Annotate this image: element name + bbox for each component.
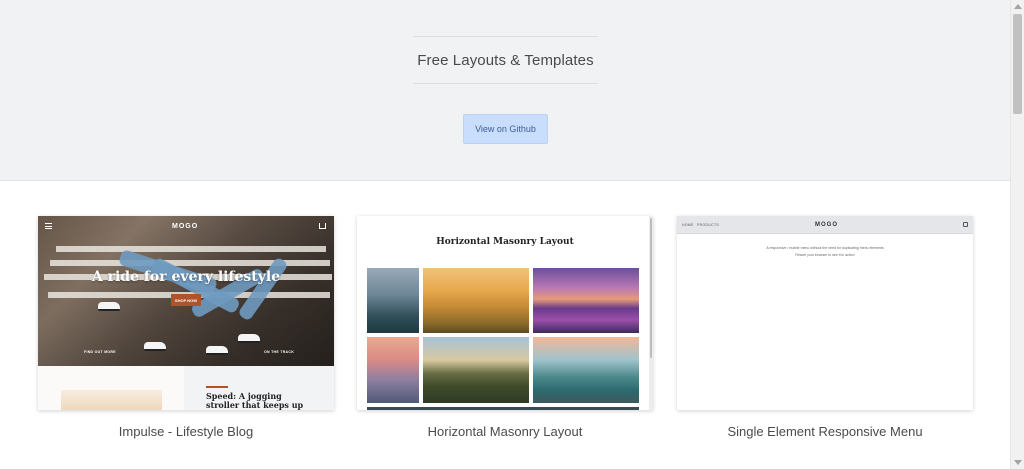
preview-right-link: ON THE TRACK: [264, 350, 295, 354]
hero-title-frame: Free Layouts & Templates: [413, 36, 598, 84]
card-caption-menu[interactable]: Single Element Responsive Menu: [677, 424, 973, 439]
card-single-element-menu[interactable]: HOME PRODUCTS MOGO A responsive / mobile…: [677, 216, 973, 410]
card-impulse-lifestyle-blog[interactable]: MOGO A ride for every lifestyle SHOP NOW…: [38, 216, 334, 410]
scroll-thumb[interactable]: [1013, 14, 1022, 114]
preview-nav-products: PRODUCTS: [697, 223, 720, 227]
card-caption-masonry[interactable]: Horizontal Masonry Layout: [357, 424, 653, 439]
masonry-tile-balloons: [423, 268, 529, 333]
preview-navbar: HOME PRODUCTS MOGO: [677, 216, 973, 234]
cart-icon: [963, 222, 968, 227]
preview-nav-home: HOME: [682, 223, 694, 227]
accent-rule: [206, 386, 228, 388]
card-horizontal-masonry[interactable]: Horizontal Masonry Layout: [357, 216, 653, 410]
masonry-tile-valley: [533, 337, 639, 403]
preview-right-panel: Speed: A jogging stroller that keeps up …: [184, 366, 334, 410]
view-on-github-button[interactable]: View on Github: [463, 114, 548, 144]
masonry-tile-lavender: [533, 268, 639, 333]
preview-headline: A ride for every lifestyle: [91, 269, 281, 285]
preview-lower-section: Speed: A jogging stroller that keeps up …: [38, 366, 334, 410]
page-title: Free Layouts & Templates: [417, 51, 594, 69]
masonry-tile-forest: [367, 268, 419, 333]
preview-left-panel: [38, 366, 184, 410]
article-title: Speed: A jogging stroller that keeps up …: [206, 391, 304, 411]
preview-shop-button: SHOP NOW: [171, 294, 201, 306]
preview-title: Horizontal Masonry Layout: [436, 237, 574, 247]
page-scrollbar[interactable]: [1010, 0, 1024, 469]
lifestyle-photo: MOGO A ride for every lifestyle SHOP NOW…: [38, 216, 334, 366]
masonry-tile-sunset: [367, 337, 419, 403]
hamburger-icon: [45, 223, 52, 229]
hero-section: Free Layouts & Templates View on Github: [0, 0, 1010, 181]
masonry-tile-row: [367, 407, 639, 410]
bench-slat: [50, 260, 330, 266]
sneaker: [206, 346, 228, 355]
bench-slat: [56, 246, 326, 252]
preview-scrollbar: [649, 216, 653, 410]
sneaker: [238, 334, 260, 343]
preview-description: A responsive / mobile menu without the n…: [766, 246, 884, 250]
preview-navbar: MOGO: [38, 216, 334, 238]
scroll-down-icon[interactable]: [1014, 460, 1022, 465]
cart-icon: [319, 223, 326, 229]
preview-hint: Resize your browser to see it in action: [795, 253, 855, 257]
masonry-tile-lake: [423, 337, 529, 403]
sneaker: [144, 342, 166, 351]
preview-left-link: FIND OUT MORE: [84, 350, 116, 354]
sneaker: [98, 302, 120, 311]
article-thumbnail: [61, 390, 162, 410]
preview-logo: MOGO: [815, 222, 838, 228]
masonry-grid: [367, 268, 639, 410]
card-caption-impulse[interactable]: Impulse - Lifestyle Blog: [38, 424, 334, 439]
preview-logo: MOGO: [172, 223, 199, 230]
scroll-up-icon[interactable]: [1014, 4, 1022, 9]
